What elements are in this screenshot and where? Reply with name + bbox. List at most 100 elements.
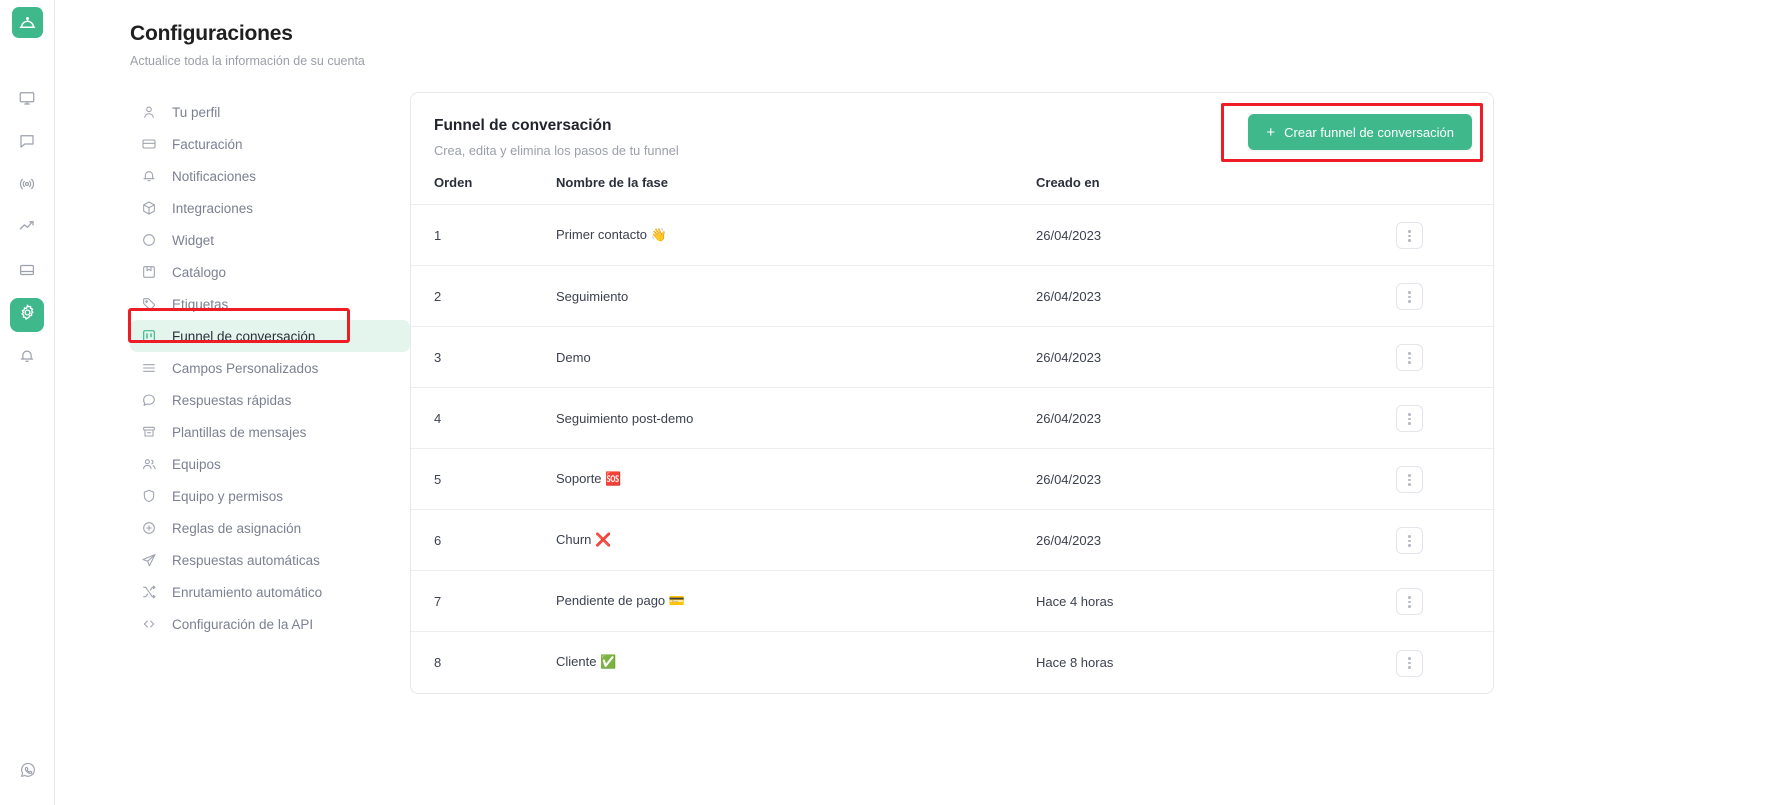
more-vertical-icon[interactable] bbox=[1396, 527, 1423, 555]
settings-nav: Tu perfil Facturación Notificaciones Int… bbox=[75, 92, 410, 694]
funnel-card-header: Funnel de conversación Crea, edita y eli… bbox=[411, 93, 1493, 162]
sidebar-item-catalogo[interactable]: Catálogo bbox=[130, 256, 410, 288]
phase-name: Cliente bbox=[556, 654, 597, 670]
cell-nombre-fase: Demo bbox=[556, 326, 1036, 388]
table-row: 2 Seguimiento 26/04/2023 bbox=[411, 265, 1495, 327]
sidebar-item-enrutamiento-automatico[interactable]: Enrutamiento automático bbox=[130, 576, 410, 608]
cell-creado-en: 26/04/2023 bbox=[1036, 326, 1396, 388]
more-vertical-icon[interactable] bbox=[1396, 588, 1423, 616]
more-vertical-icon[interactable] bbox=[1396, 344, 1423, 372]
sidebar-item-label: Notificaciones bbox=[172, 168, 257, 184]
settings-main: Configuraciones Actualice toda la inform… bbox=[55, 0, 1778, 805]
inbox-icon bbox=[18, 261, 36, 284]
shield-icon bbox=[140, 487, 158, 505]
cell-nombre-fase: Pendiente de pago 💳 bbox=[556, 570, 1036, 632]
create-funnel-button[interactable]: + Crear funnel de conversación bbox=[1248, 114, 1472, 150]
cell-actions bbox=[1396, 631, 1495, 693]
credit-card-icon bbox=[140, 135, 158, 153]
speech-bubble-icon bbox=[140, 391, 158, 409]
sidebar-item-plantillas-de-mensajes[interactable]: Plantillas de mensajes bbox=[130, 416, 410, 448]
table-row: 8 Cliente ✅ Hace 8 horas bbox=[411, 631, 1495, 693]
sidebar-item-notificaciones[interactable]: Notificaciones bbox=[130, 160, 410, 192]
cell-creado-en: 26/04/2023 bbox=[1036, 265, 1396, 327]
paper-plane-icon bbox=[140, 551, 158, 569]
catalog-icon bbox=[140, 263, 158, 281]
whatsapp-icon bbox=[19, 761, 37, 784]
table-row: 5 Soporte 🆘 26/04/2023 bbox=[411, 448, 1495, 510]
app-logo[interactable] bbox=[11, 7, 43, 38]
sidebar-item-equipo-y-permisos[interactable]: Equipo y permisos bbox=[130, 480, 410, 512]
more-vertical-icon[interactable] bbox=[1396, 405, 1423, 433]
phase-name: Soporte bbox=[556, 471, 602, 486]
more-vertical-icon[interactable] bbox=[1396, 222, 1423, 250]
phase-name: Seguimiento bbox=[556, 288, 629, 304]
phase-name: Demo bbox=[556, 349, 591, 365]
sidebar-item-label: Catálogo bbox=[172, 264, 227, 280]
cell-orden: 5 bbox=[411, 448, 556, 510]
trending-up-icon bbox=[18, 217, 37, 241]
rail-monitor[interactable] bbox=[10, 83, 44, 117]
sidebar-item-label: Equipos bbox=[172, 456, 221, 472]
column-header-actions bbox=[1396, 175, 1495, 205]
phase-emoji-icon: 🆘 bbox=[605, 472, 622, 487]
cell-actions bbox=[1396, 448, 1495, 510]
table-row: 3 Demo 26/04/2023 bbox=[411, 326, 1495, 388]
table-row: 1 Primer contacto 👋 26/04/2023 bbox=[411, 204, 1495, 266]
sidebar-item-widget[interactable]: Widget bbox=[130, 224, 410, 256]
sidebar-item-reglas-de-asignacion[interactable]: Reglas de asignación bbox=[130, 512, 410, 544]
rail-notifications[interactable] bbox=[10, 341, 44, 375]
sidebar-item-integraciones[interactable]: Integraciones bbox=[130, 192, 410, 224]
user-icon bbox=[140, 103, 158, 121]
more-vertical-icon[interactable] bbox=[1396, 283, 1423, 311]
more-vertical-icon[interactable] bbox=[1396, 466, 1423, 494]
bell-icon bbox=[18, 347, 36, 370]
sidebar-item-etiquetas[interactable]: Etiquetas bbox=[130, 288, 410, 320]
rail-conversations[interactable] bbox=[10, 126, 44, 160]
code-brackets-icon bbox=[140, 615, 158, 633]
more-vertical-icon[interactable] bbox=[1396, 649, 1423, 677]
page-header: Configuraciones Actualice toda la inform… bbox=[75, 0, 1778, 68]
sidebar-item-label: Equipo y permisos bbox=[172, 488, 284, 504]
tag-icon bbox=[140, 295, 158, 313]
funnel-table-body: 1 Primer contacto 👋 26/04/2023 2 Seguimiento… bbox=[411, 204, 1495, 693]
sidebar-item-label: Campos Personalizados bbox=[172, 360, 319, 376]
sidebar-item-equipos[interactable]: Equipos bbox=[130, 448, 410, 480]
cell-actions bbox=[1396, 570, 1495, 632]
sidebar-item-tu-perfil[interactable]: Tu perfil bbox=[130, 96, 410, 128]
box-icon bbox=[140, 199, 158, 217]
sidebar-item-label: Etiquetas bbox=[172, 296, 229, 312]
rail-whatsapp[interactable] bbox=[11, 755, 45, 789]
funnel-card-wrapper: Funnel de conversación Crea, edita y eli… bbox=[410, 92, 1778, 694]
sidebar-item-configuracion-de-la-api[interactable]: Configuración de la API bbox=[130, 608, 410, 640]
cell-orden: 8 bbox=[411, 631, 556, 693]
sidebar-item-label: Respuestas rápidas bbox=[172, 392, 292, 408]
rail-reports[interactable] bbox=[10, 212, 44, 246]
cell-actions bbox=[1396, 387, 1495, 449]
rail-inbox[interactable] bbox=[10, 255, 44, 289]
chat-bubble-icon bbox=[18, 132, 36, 155]
cell-nombre-fase: Seguimiento bbox=[556, 265, 1036, 327]
cell-nombre-fase: Cliente ✅ bbox=[556, 631, 1036, 693]
sidebar-item-label: Facturación bbox=[172, 136, 243, 152]
circle-icon bbox=[140, 231, 158, 249]
broadcast-icon bbox=[18, 175, 36, 198]
sidebar-item-campos-personalizados[interactable]: Campos Personalizados bbox=[130, 352, 410, 384]
sidebar-item-label: Plantillas de mensajes bbox=[172, 424, 307, 440]
cell-orden: 4 bbox=[411, 387, 556, 449]
table-row: 6 Churn ❌ 26/04/2023 bbox=[411, 509, 1495, 571]
sidebar-item-funnel-de-conversacion[interactable]: Funnel de conversación bbox=[130, 320, 410, 352]
rail-campaigns[interactable] bbox=[10, 169, 44, 203]
sidebar-item-label: Integraciones bbox=[172, 200, 254, 216]
sidebar-item-label: Respuestas automáticas bbox=[172, 552, 320, 568]
sidebar-item-facturacion[interactable]: Facturación bbox=[130, 128, 410, 160]
page-title: Configuraciones bbox=[130, 22, 293, 45]
phase-emoji-icon: 💳 bbox=[668, 594, 685, 609]
cell-orden: 7 bbox=[411, 570, 556, 632]
sidebar-item-respuestas-rapidas[interactable]: Respuestas rápidas bbox=[130, 384, 410, 416]
gear-icon bbox=[18, 303, 37, 327]
table-row: 4 Seguimiento post-demo 26/04/2023 bbox=[411, 387, 1495, 449]
rail-settings[interactable] bbox=[10, 298, 44, 332]
sidebar-item-respuestas-automaticas[interactable]: Respuestas automáticas bbox=[130, 544, 410, 576]
settings-content: Tu perfil Facturación Notificaciones Int… bbox=[75, 92, 1778, 694]
plus-circle-icon bbox=[140, 519, 158, 537]
